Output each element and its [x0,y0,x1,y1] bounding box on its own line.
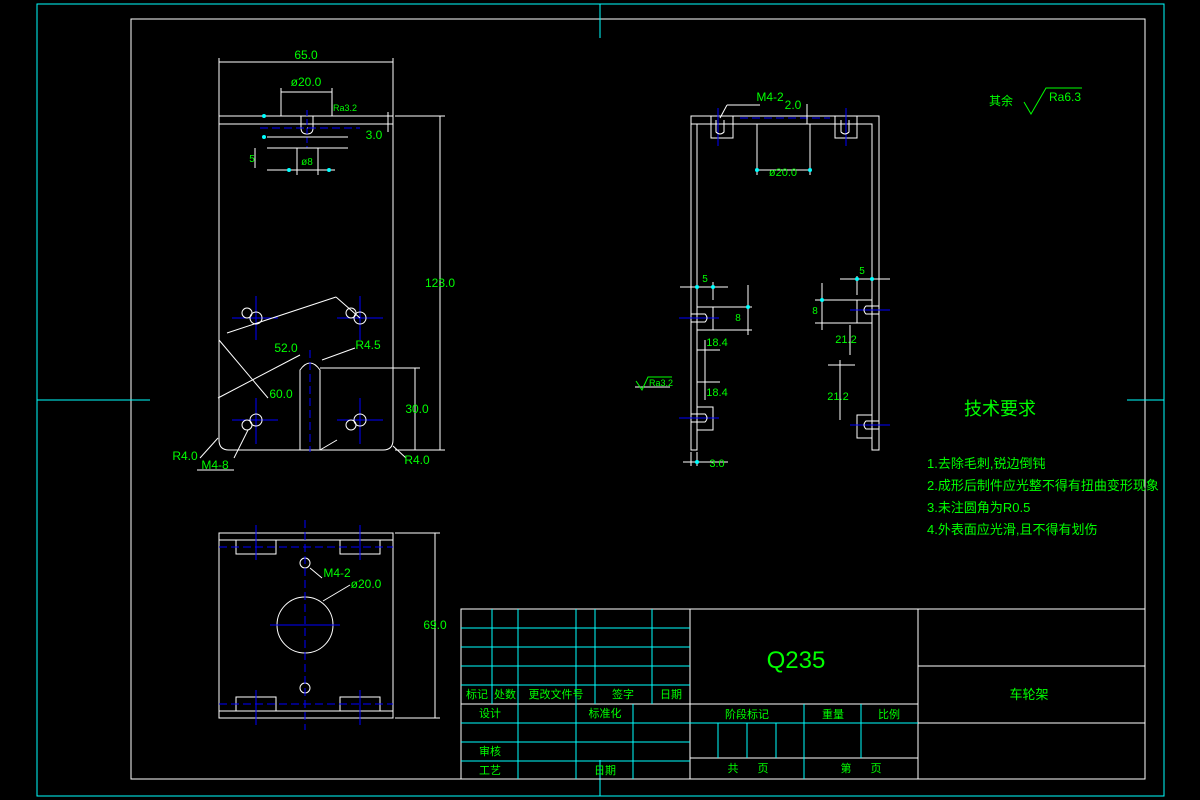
tech-requirement-item: 1.去除毛刺,锐边倒钝 [927,456,1045,471]
part-name-label: 车轮架 [1009,687,1048,702]
revision-label-doc: 更改文件号 [529,687,584,701]
revision-label-count: 处数 [494,688,516,701]
bottom-height-dim: 69.0 [423,618,447,632]
revision-label-date: 日期 [660,688,682,701]
front-slot-radius: R4.5 [355,338,381,352]
front-thread-callout: M4-8 [201,458,229,472]
front-slot-height-dim: 30.0 [405,402,429,416]
page-label-2: 页 [871,763,882,775]
side-thread-callout: M4-2 [756,90,784,104]
tech-requirement-item: 3.未注圆角为R0.5 [927,500,1030,515]
date-label: 日期 [594,764,616,777]
side-right-spacing-2: 21.2 [827,391,848,403]
process-label: 工艺 [479,764,501,777]
total-label: 共 [728,762,739,775]
side-right-hole-dim: 8 [812,306,818,317]
side-left-spacing-2: 18.4 [706,387,727,399]
front-roughness-label: Ra3.2 [333,103,357,113]
stage-mark-label: 阶段标记 [725,707,769,721]
sheet-label: 第 [841,761,852,775]
front-width-dim: 65.0 [294,48,318,62]
side-thickness-dim: 3.0 [709,458,724,470]
page-label: 页 [758,763,769,775]
side-left-spacing-1: 18.4 [706,337,727,349]
side-hole-spacing-dim: ø20.0 [769,167,797,179]
side-right-offset-dim: 5 [859,266,865,277]
side-right-spacing-1: 21.2 [835,334,856,346]
front-slot-width-dim: ø8 [301,157,313,168]
surface-finish-value: Ra6.3 [1049,90,1081,104]
side-roughness-label: Ra3.2 [649,378,673,388]
bottom-thread-callout: M4-2 [323,566,351,580]
front-height-dim: 123.0 [425,276,455,290]
tech-requirement-item: 4.外表面应光滑,且不得有划伤 [927,522,1097,537]
front-hole-spacing-dim: ø20.0 [291,75,322,89]
tech-requirement-item: 2.成形后制件应光整不得有扭曲变形现象 [927,478,1159,493]
side-left-hole-dim: 8 [735,313,741,324]
revision-label-sign: 签字 [612,687,634,701]
tech-requirements-title: 技术要求 [964,399,1036,419]
design-label: 设计 [479,707,501,720]
cad-drawing: 65.0 ø20.0 Ra3.2 3.0 ø8 5 123.0 52.0 60.… [0,0,1200,800]
surface-finish-label: 其余 [989,93,1013,108]
front-diag-dim-b: 60.0 [269,387,293,401]
front-corner-radius-left: R4.0 [172,449,198,463]
front-diag-dim-a: 52.0 [274,341,298,355]
side-left-offset-dim: 5 [702,274,708,285]
weight-label: 重量 [822,707,844,721]
revision-label-mark: 标记 [466,687,488,701]
front-depth-dim: 3.0 [366,128,383,142]
side-top-offset-dim: 2.0 [785,98,802,112]
front-corner-radius-right: R4.0 [404,453,430,467]
standardization-label: 标准化 [589,706,622,720]
bottom-hole-dim: ø20.0 [351,577,382,591]
scale-label: 比例 [878,707,900,721]
review-label: 审核 [479,744,501,758]
front-slot-offset-dim: 5 [249,154,255,165]
material-label: Q235 [767,647,826,674]
